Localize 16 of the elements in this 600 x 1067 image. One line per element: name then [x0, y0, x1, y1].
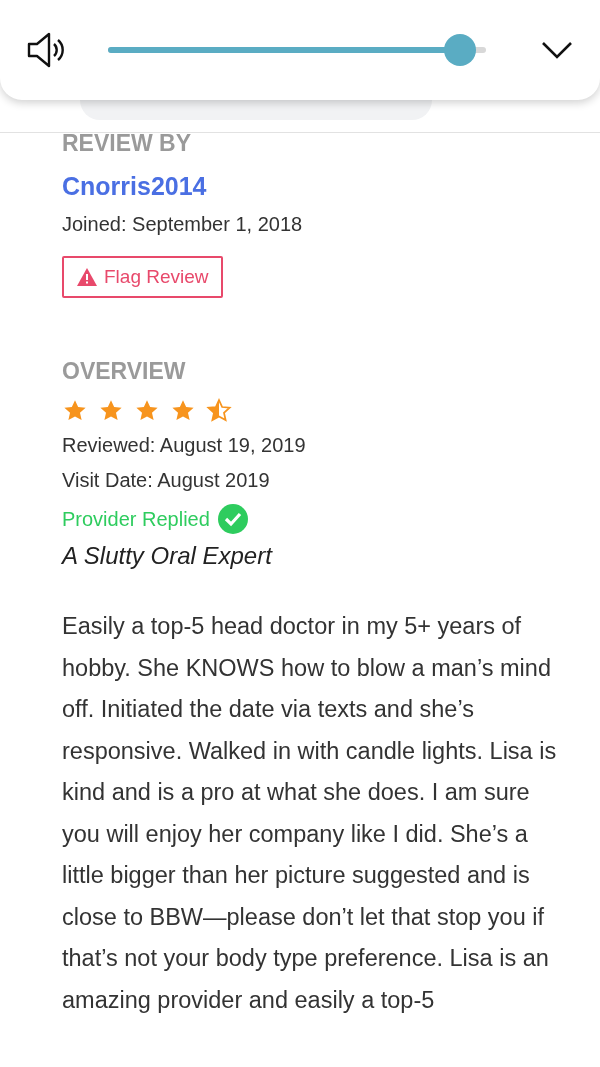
half-star-icon — [206, 398, 232, 424]
provider-replied-label: Provider Replied — [62, 507, 210, 531]
visit-date: Visit Date: August 2019 — [62, 469, 270, 492]
warning-icon — [76, 267, 98, 287]
search-bar[interactable] — [80, 100, 432, 120]
chevron-down-icon[interactable] — [540, 40, 574, 60]
review-title: A Slutty Oral Expert — [62, 542, 272, 570]
slider-thumb[interactable] — [443, 34, 476, 66]
reviewed-date: Reviewed: August 19, 2019 — [62, 434, 306, 457]
flag-review-button[interactable]: Flag Review — [62, 256, 223, 298]
joined-date: Joined: September 1, 2018 — [62, 213, 303, 236]
reviewer-name[interactable]: Cnorris2014 — [62, 172, 207, 201]
check-circle-icon — [217, 504, 248, 534]
section-heading: REVIEW BY — [62, 130, 192, 156]
section-heading: OVERVIEW — [62, 358, 186, 384]
review-text: Easily a top-5 head doctor in my 5+ years of hobby. She KNOWS how to blow a man’s mind off. Initiated the date via texts and she’s responsive. Walked in with candle lights. Lisa is kind and is a pro at what she does. I am sure you will enjoy her company like I did. She’s a little bigger than her picture suggested and is close to BBW—please don’t let that stop you if that’s not your body type preference. Lisa is an amazing provider and easily a top-5 — [62, 612, 558, 1015]
